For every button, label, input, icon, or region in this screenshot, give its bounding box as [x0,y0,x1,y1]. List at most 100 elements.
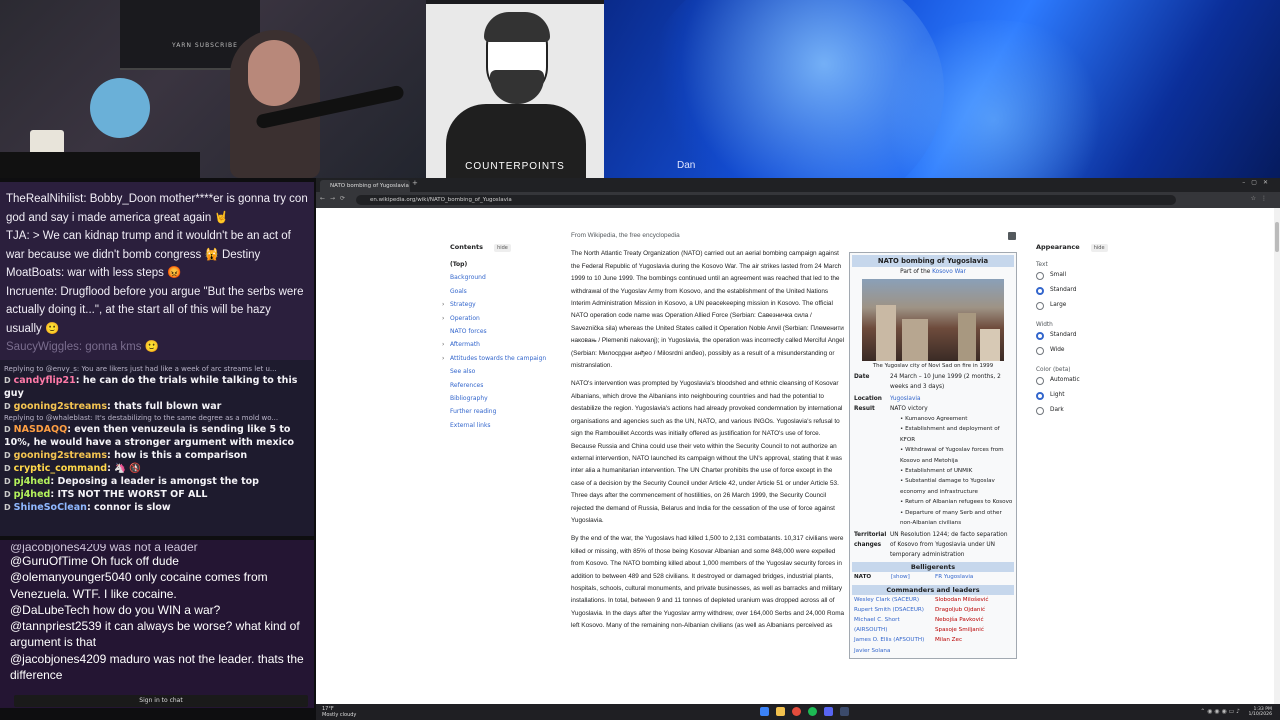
steam-icon[interactable] [840,707,849,716]
infobox-title: NATO bombing of Yugoslavia [852,255,1014,267]
radio-button[interactable] [1036,331,1044,340]
spotify-icon[interactable] [808,707,817,716]
location-link[interactable]: Yugoslavia [890,394,1014,404]
appearance-option[interactable]: Standard [1036,283,1156,298]
youtube-username[interactable]: @tannpriest2539 [10,619,102,633]
commander-link[interactable]: Michael C. Short (AIRSOUTH) [854,615,933,635]
toc-item[interactable]: Further reading [450,405,570,418]
twitch-username[interactable]: cryptic_command [14,463,107,474]
twitch-text: connor is slow [94,502,171,513]
radio-button[interactable] [1036,346,1044,355]
lock-icon[interactable] [1008,232,1016,240]
toc-item[interactable]: (Top) [450,258,570,271]
appearance-option[interactable]: Standard [1036,328,1156,343]
show-button[interactable]: [show] [891,574,910,580]
youtube-username[interactable]: @olemanyounger5040 [10,570,132,584]
twitch-username[interactable]: pj4hed [14,476,51,487]
youtube-chat: @jacobjones4209 was not a leader @GuruOf… [0,540,314,708]
chat-username[interactable]: MoatBoats [6,267,61,279]
youtube-username[interactable]: @jacobjones4209 [10,652,106,666]
appearance-option[interactable]: Large [1036,298,1156,313]
toc-item[interactable]: › Attitudes towards the campaign [442,352,570,365]
youtube-username[interactable]: @DaLubeTech [10,603,90,617]
toc-item[interactable]: Background [450,271,570,284]
commander-link[interactable]: Milan Zec [935,635,1014,645]
avatar-hair [484,12,550,42]
toc-item[interactable]: › Strategy [442,298,570,311]
nato-belligerent[interactable]: NATO [854,574,871,580]
appearance-option[interactable]: Light [1036,388,1156,403]
kosovo-war-link[interactable]: Kosovo War [932,269,966,275]
territorial-key: Territorial changes [854,532,887,549]
toc-item-label: Goals [450,287,467,295]
discord-icon[interactable] [824,707,833,716]
chevron-right-icon[interactable]: › [442,338,450,351]
toc-hide-button[interactable]: hide [494,244,511,252]
commander-link[interactable]: Spasoje Smiljanić [935,625,1014,635]
page-scrollbar[interactable] [1274,208,1280,704]
commander-link[interactable]: Wesley Clark (SACEUR) [854,595,933,605]
nav-arrows-icon[interactable]: ←→⟳ [320,195,350,202]
url-input[interactable]: en.wikipedia.org/wiki/NATO_bombing_of_Yu… [356,195,1176,205]
twitch-username[interactable]: gooning2streams [14,450,107,461]
radio-button[interactable] [1036,301,1044,310]
appearance-option[interactable]: Wide [1036,343,1156,358]
radio-button[interactable] [1036,376,1044,385]
commander-link[interactable]: Rupert Smith (DSACEUR) [854,605,933,615]
weather-widget[interactable]: 17°F Mostly cloudy [322,706,356,718]
toc-item[interactable]: Goals [450,285,570,298]
commander-link[interactable]: Dragoljub Ojdanić [935,605,1014,615]
youtube-username[interactable]: @GuruOfTime [10,554,88,568]
toc-item[interactable]: External links [450,419,570,432]
toc-item[interactable]: NATO forces [450,325,570,338]
appearance-option[interactable]: Automatic [1036,373,1156,388]
chat-username[interactable]: TheRealNihilist [6,193,83,205]
radio-button[interactable] [1036,286,1044,295]
youtube-chat-message: @DaLubeTech how do you WIN a war? [10,602,304,618]
novi-sad-photo[interactable] [862,279,1004,361]
toc-item[interactable]: Bibliography [450,392,570,405]
chat-username[interactable]: Incruente [6,286,54,298]
toc-item[interactable]: › Aftermath [442,338,570,351]
appearance-option[interactable]: Small [1036,268,1156,283]
sign-in-to-chat-button[interactable]: Sign in to chat [14,695,308,707]
toc-item[interactable]: References [450,379,570,392]
tab-nato-bombing[interactable]: NATO bombing of Yugoslavia [320,180,410,192]
chevron-right-icon[interactable]: › [442,312,450,325]
yugoslav-commanders: Slobodan Milošević Dragoljub Ojdanić Neboj… [933,595,1014,656]
commander-link[interactable]: James O. Ellis (AFSOUTH) [854,635,933,645]
radio-button[interactable] [1036,391,1044,400]
fr-yugoslavia-link[interactable]: FR Yugoslavia [933,572,1014,582]
twitch-chat-message: D NASDAQQ: even then venuzeula is sending… [4,423,310,449]
start-icon[interactable] [760,707,769,716]
appearance-option[interactable]: Dark [1036,403,1156,418]
twitch-username[interactable]: pj4hed [14,489,51,500]
radio-button[interactable] [1036,406,1044,415]
chevron-right-icon[interactable]: › [442,352,450,365]
twitch-username[interactable]: candyflip21 [14,375,76,386]
chat-username[interactable]: TJA [6,230,26,242]
toc-item[interactable]: See also [450,365,570,378]
toc-item[interactable]: › Operation [442,312,570,325]
scrollbar-thumb[interactable] [1275,222,1279,252]
twitch-username[interactable]: NASDAQQ [14,424,68,435]
file-explorer-icon[interactable] [776,707,785,716]
chevron-right-icon[interactable]: › [442,298,450,311]
twitch-username[interactable]: ShineSoClean [14,502,87,513]
commander-link[interactable]: Javier Solana [854,646,933,656]
new-tab-icon[interactable]: + [412,179,418,187]
system-tray-icons[interactable]: ⌃ ◉ ◉ ◉ ▭ ♪ [1200,708,1240,715]
twitch-username[interactable]: gooning2streams [14,401,107,412]
toolbar-icons[interactable]: ☆⋮ [1251,195,1272,202]
appearance-hide-button[interactable]: hide [1090,244,1108,252]
window-controls-icon[interactable]: –▢✕ [1242,179,1274,186]
date-key: Date [854,374,870,380]
taskbar-clock[interactable]: 1:33 PM 1/10/2026 [1248,707,1272,717]
commander-link[interactable]: Nebojša Pavković [935,615,1014,625]
twitch-chat: Replying to @envy_s: You are likers just… [0,360,314,536]
chrome-icon[interactable] [792,707,801,716]
radio-button[interactable] [1036,271,1044,280]
belligerents-row: NATO [show] FR Yugoslavia [852,572,1014,582]
result-list-item: • Establishment and deployment of KFOR [900,424,1014,445]
commander-link[interactable]: Slobodan Milošević [935,595,1014,605]
